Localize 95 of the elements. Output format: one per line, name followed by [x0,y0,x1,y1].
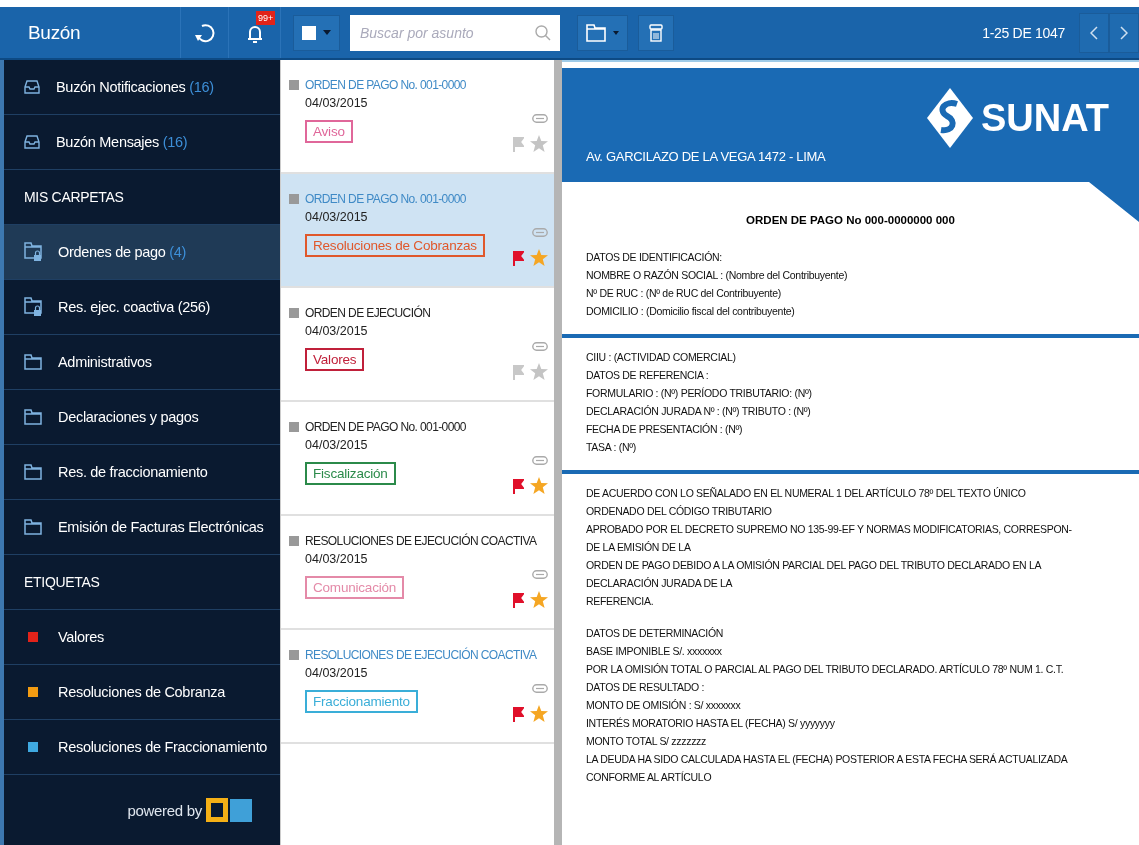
pagination-text: 1-25 DE 1047 [982,24,1065,41]
document-text: REFERENCIA. [586,594,655,609]
message-tag: Fraccionamiento [305,690,418,713]
paperclip-icon [532,342,548,351]
square-icon [289,650,299,660]
document-text: DATOS DE IDENTIFICACIÓN: [586,250,723,265]
message-date: 04/03/2015 [305,210,368,224]
message-row[interactable]: ORDEN DE PAGO No. 001-0000 04/03/2015 Resoluciones de Cobranzas [281,174,554,288]
diamond-s-logo-icon [926,88,973,148]
message-tag: Fiscalización [305,462,396,485]
square-icon [289,308,299,318]
powered-by-text: powered by [127,801,202,819]
logo-text: SUNAT [980,96,1109,140]
address-text: Av. GARCILAZO DE LA VEGA 1472 - LIMA [586,149,826,164]
next-page-button[interactable] [1109,12,1139,53]
document-text: Nº DE RUC : (Nº de RUC del Contribuyente) [586,286,782,301]
message-row[interactable]: RESOLUCIONES DE EJECUCIÓN COACTIVA 04/03/2015 Comunicación [281,516,554,630]
document-text: DATOS DE RESULTADO : [586,680,706,695]
paperclip-icon [532,570,548,579]
document-text: ORDEN DE PAGO DEBIDO A LA OMISIÓN PARCIAL DEL PAGO DEL TRIBUTO DECLARADO EN LA [586,558,1043,573]
message-tag: Valores [305,348,365,371]
folder-icon [24,409,42,425]
select-dropdown[interactable] [293,14,340,51]
message-date: 04/03/2015 [305,324,368,338]
folder-icon [586,23,606,42]
paperclip-icon [532,228,548,237]
message-title: RESOLUCIONES DE EJECUCIÓN COACTIVA [305,648,537,662]
message-date: 04/03/2015 [305,666,368,680]
document-text: DOMICILIO : (Domicilio fiscal del contribuyente) [586,304,796,319]
document-text: CONFORME AL ARTÍCULO [586,770,713,785]
square-icon [289,422,299,432]
document-text: TASA : (Nº) [586,440,637,455]
chevron-left-icon [1090,25,1098,40]
notifications-button[interactable]: 99+ [228,7,280,58]
document-text: DATOS DE DETERMINACIÓN [586,626,725,641]
document-text: BASE IMPONIBLE S/. xxxxxxx [586,644,723,659]
message-tag: Aviso [305,120,353,143]
delete-button[interactable] [638,14,674,51]
paperclip-icon [532,684,548,693]
previous-page-button[interactable] [1079,12,1109,53]
search-field[interactable]: Buscar por asunto [350,14,560,51]
document-text: DECLARACIÓN JURADA Nº : (Nº) TRIBUTO : (Nº) [586,404,812,419]
message-date: 04/03/2015 [305,96,368,110]
message-row[interactable]: RESOLUCIONES DE EJECUCIÓN COACTIVA 04/03/2015 Fraccionamiento [281,630,554,744]
document-text: NOMBRE O RAZÓN SOCIAL : (Nombre del Contribuyente) [586,268,849,283]
document-text: DECLARACIÓN JURADA DE LA [586,576,734,591]
document-text: MONTO DE OMISIÓN : S/ xxxxxxx [586,698,742,713]
folder-icon [24,354,42,370]
message-title: ORDEN DE PAGO No. 001-0000 [305,192,466,206]
document-text: ORDENADO DEL CÓDIGO TRIBUTARIO [586,504,773,519]
message-date: 04/03/2015 [305,552,368,566]
document-text: FORMULARIO : (Nº) PERÍODO TRIBUTARIO: (Nº) [586,386,813,401]
message-row[interactable]: ORDEN DE PAGO No. 001-0000 04/03/2015 Fiscalización [281,402,554,516]
notification-badge: 99+ [256,11,276,25]
locked-folder-icon [24,297,42,317]
message-title: ORDEN DE PAGO No. 001-0000 [305,420,466,434]
document-text: DATOS DE REFERENCIA : [586,368,710,383]
locked-folder-icon [24,242,42,262]
checkbox-icon [302,25,316,40]
document-text: DE ACUERDO CON LO SEÑALADO EN EL NUMERAL 1 DEL ARTÍCULO 78º DEL TEXTO ÚNICO [586,486,1027,501]
document-text: APROBADO POR EL DECRETO SUPREMO NO 135-99-EF Y NORMAS MODIFICATORIAS, CORRESPON- [586,522,1073,537]
message-tag: Comunicación [305,576,405,599]
square-icon [289,536,299,546]
square-icon [289,194,299,204]
caret-icon [613,30,619,35]
document-text: MONTO TOTAL S/ zzzzzzz [586,734,707,749]
document-text: FECHA DE PRESENTACIÓN : (Nº) [586,422,744,437]
message-tag: Resoluciones de Cobranzas [305,234,485,257]
app-title: Buzón [28,21,82,44]
message-date: 04/03/2015 [305,438,368,452]
document-text: LA DEUDA HA SIDO CALCULADA HASTA EL (FECHA) POSTERIOR A ESTA FECHA SERÁ ACTUALIZADA [586,752,1069,767]
chevron-right-icon [1120,25,1128,40]
document-text: CIIU : (ACTIVIDAD COMERCIAL) [586,350,737,365]
document-text: POR LA OMISIÓN TOTAL O PARCIAL AL PAGO DEL TRIBUTO DECLARADO. ARTÍCULO 78º NUM 1. C.T. [586,662,1065,677]
document-title: ORDEN DE PAGO No 000-0000000 000 [745,214,956,226]
move-to-folder-dropdown[interactable] [577,14,628,51]
document-text: INTERÉS MORATORIO HASTA EL (FECHA) S/ yyyyyyy [586,716,836,731]
search-icon [535,24,551,41]
folder-icon [24,464,42,480]
brand-squares-icon [206,798,252,822]
folder-icon [24,519,42,535]
message-row[interactable]: ORDEN DE EJECUCIÓN 04/03/2015 Valores [281,288,554,402]
refresh-icon [193,21,216,44]
paperclip-icon [532,114,548,123]
caret-icon [323,30,331,35]
paperclip-icon [532,456,548,465]
message-title: RESOLUCIONES DE EJECUCIÓN COACTIVA [305,534,537,548]
trash-icon [649,23,663,42]
message-title: ORDEN DE PAGO No. 001-0000 [305,78,466,92]
sidebar-item[interactable]: Ordenes de pago (4) [4,225,280,280]
inbox-icon [24,80,40,94]
square-icon [289,80,299,90]
message-title: ORDEN DE EJECUCIÓN [305,306,431,320]
document-text: DE LA EMISIÓN DE LA [586,540,692,555]
inbox-icon [24,135,40,149]
